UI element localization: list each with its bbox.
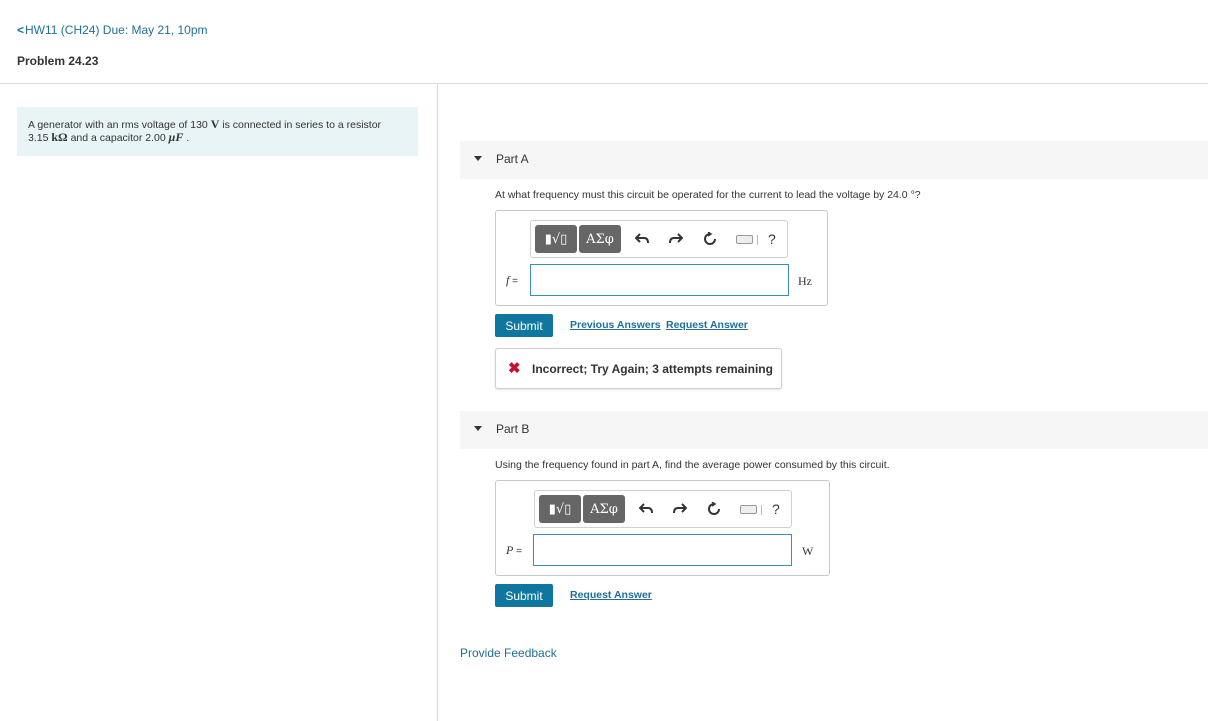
feedback-message: Incorrect; Try Again; 3 attempts remaini… [532,362,773,376]
math-toolbar: ▮√▯ ΑΣφ ? [534,490,792,528]
part-b-header[interactable]: Part B [460,411,1208,449]
request-answer-link-part-a[interactable]: Request Answer [666,319,748,331]
caret-down-icon [474,156,482,161]
part-a-label: Part A [496,152,529,166]
help-icon[interactable]: ? [768,231,776,247]
column-divider [437,84,438,721]
redo-icon[interactable] [669,233,683,245]
provide-feedback-link[interactable]: Provide Feedback [460,646,557,660]
unit-microfarad: μF [168,130,184,144]
variable-label: f = [506,273,518,287]
unit-kiloohm: kΩ [51,130,68,144]
undo-icon[interactable] [635,233,649,245]
problem-title: Problem 24.23 [17,54,99,68]
chevron-left-icon: < [17,23,25,37]
unit-label-w: W [802,544,814,558]
symbols-button[interactable]: ΑΣφ [583,495,625,523]
part-b-question: Using the frequency found in part A, fin… [495,459,890,471]
undo-icon[interactable] [639,503,653,515]
symbols-button[interactable]: ΑΣφ [579,225,621,253]
answer-input-f[interactable] [530,264,789,296]
part-a-answer-box: ▮√▯ ΑΣφ ? f = Hz [495,210,828,306]
part-b-answer-box: ▮√▯ ΑΣφ ? P = W [495,480,830,576]
submit-button-part-b[interactable]: Submit [495,584,553,607]
request-answer-link-part-b[interactable]: Request Answer [570,589,652,601]
problem-statement: A generator with an rms voltage of 130 V… [17,107,418,156]
caret-down-icon [474,426,482,431]
help-icon[interactable]: ? [772,501,780,517]
math-toolbar: ▮√▯ ΑΣφ ? [530,220,788,258]
reset-icon[interactable] [703,232,717,246]
back-to-assignment-link[interactable]: <HW11 (CH24) Due: May 21, 10pm [17,23,208,37]
header-divider [0,83,1208,84]
answer-input-p[interactable] [533,534,792,566]
part-b-label: Part B [496,422,530,436]
keyboard-icon[interactable] [740,505,757,514]
keyboard-icon[interactable] [736,235,753,244]
redo-icon[interactable] [673,503,687,515]
submit-button-part-a[interactable]: Submit [495,314,553,337]
reset-icon[interactable] [707,502,721,516]
x-mark-icon: ✖ [508,360,521,377]
toolbar-separator [761,505,762,515]
template-button[interactable]: ▮√▯ [539,495,581,523]
feedback-message-box: ✖ Incorrect; Try Again; 3 attempts remai… [495,348,782,389]
part-a-question: At what frequency must this circuit be o… [495,189,921,201]
template-button[interactable]: ▮√▯ [535,225,577,253]
assignment-title: HW11 (CH24) Due: May 21, 10pm [25,23,208,37]
part-a-header[interactable]: Part A [460,141,1208,179]
variable-label: P = [506,543,522,557]
unit-label-hz: Hz [798,274,812,288]
toolbar-separator [757,235,758,245]
previous-answers-link[interactable]: Previous Answers [570,319,661,331]
